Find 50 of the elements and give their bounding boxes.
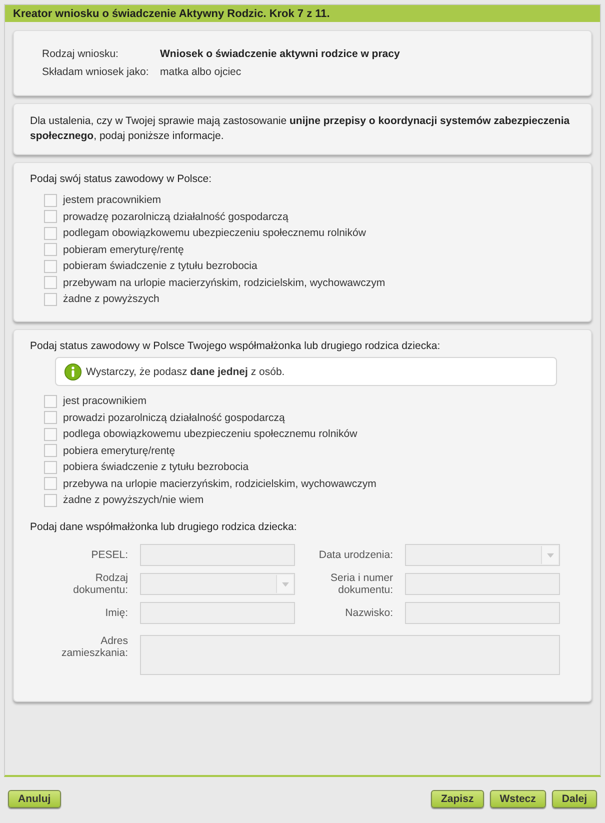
nav-button[interactable]: Dalej (552, 790, 597, 808)
field-label: Data urodzenia: (318, 549, 394, 561)
window-title: Kreator wniosku o świadczenie Aktywny Rodzic. Krok 7 z 11. (5, 5, 600, 22)
checkbox-label[interactable]: pobiera świadczenie z tytułu bezrobocia (63, 461, 249, 473)
nav-button[interactable]: Wstecz (490, 790, 546, 808)
checkbox-label[interactable]: prowadzę pozarolniczą działalność gospodarczą (63, 210, 288, 222)
checkbox[interactable] (44, 494, 57, 506)
checkbox-label[interactable]: pobieram świadczenie z tytułu bezrobocia (63, 260, 258, 272)
checkbox-label[interactable]: przebywam na urlopie macierzyńskim, rodzicielskim, wychowawczym (63, 276, 386, 288)
checkbox[interactable] (44, 292, 57, 306)
cancel-button[interactable]: Anuluj (8, 790, 61, 808)
checkbox[interactable] (44, 444, 57, 457)
checkbox[interactable] (44, 428, 57, 440)
checkbox-label[interactable]: przebywa na urlopie macierzyńskim, rodzicielskim, wychowawczym (63, 478, 376, 490)
field-label: Rodzaj dokumentu: (72, 572, 129, 596)
summary-label: Rodzaj wniosku: (42, 48, 120, 60)
checkbox[interactable] (44, 243, 57, 256)
checkbox-label[interactable]: pobiera emeryturę/rentę (63, 444, 176, 456)
checkbox-label[interactable]: żadne z powyższych/nie wiem (63, 494, 204, 506)
checkbox-label[interactable]: jestem pracownikiem (63, 194, 162, 206)
field-label: Nazwisko: (344, 607, 394, 619)
info-text: Wystarczy, że podasz dane jednej z osób. (86, 366, 285, 378)
checkbox-label[interactable]: jest pracownikiem (63, 395, 146, 407)
intro-text: Dla ustalenia, czy w Twojej sprawie mają zastosowanie unijne przepisy o koordynacji systemów zabezpieczenia społecznego, podaj poniższe informacje. (30, 114, 571, 144)
checkbox[interactable] (44, 260, 57, 272)
info-icon (64, 362, 82, 380)
checkbox[interactable] (44, 460, 57, 474)
checkbox[interactable] (44, 411, 57, 424)
nav-button[interactable]: Zapisz (431, 790, 484, 808)
summary-value: Wniosek o świadczenie aktywni rodzice w pracy (160, 48, 400, 60)
checkbox-label[interactable]: podlega obowiązkowemu ubezpieczeniu społecznemu rolników (63, 428, 358, 440)
field-label: PESEL: (90, 549, 129, 561)
summary-value: matka albo ojciec (160, 66, 242, 78)
question-label: Podaj swój status zawodowy w Polsce: (30, 173, 212, 185)
checkbox-label[interactable]: prowadzi pozarolniczą działalność gospodarczą (63, 412, 285, 424)
summary-label: Składam wniosek jako: (42, 66, 150, 78)
checkbox[interactable] (44, 477, 57, 490)
checkbox[interactable] (44, 394, 57, 408)
field-label: Imię: (104, 607, 129, 619)
checkbox[interactable] (44, 276, 57, 289)
checkbox-label[interactable]: żadne z powyższych (63, 293, 160, 305)
checkbox-label[interactable]: pobieram emeryturę/rentę (63, 244, 184, 256)
checkbox[interactable] (44, 226, 57, 240)
checkbox[interactable] (44, 194, 57, 206)
checkbox[interactable] (44, 210, 57, 223)
question-label: Podaj status zawodowy w Polsce Twojego współmałżonka lub drugiego rodzica dziecka: (30, 340, 442, 352)
section-heading: Podaj dane współmałżonka lub drugiego rodzica dziecka: (30, 521, 298, 533)
field-label: Adres zamieszkania: (60, 635, 129, 659)
field-label: Seria i numer dokumentu: (330, 572, 394, 596)
checkbox-label[interactable]: podlegam obowiązkowemu ubezpieczeniu społecznemu rolników (63, 227, 366, 239)
